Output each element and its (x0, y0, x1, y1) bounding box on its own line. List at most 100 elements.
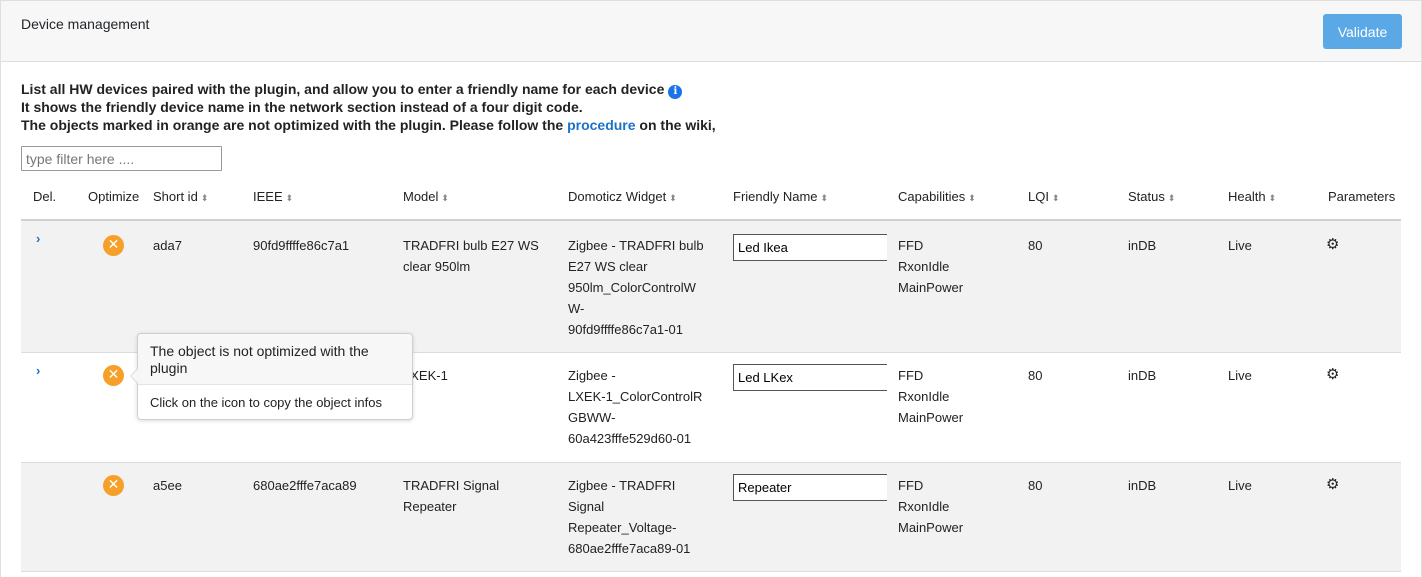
health-cell: Live (1228, 368, 1252, 383)
short-id-cell: ada7 (153, 238, 182, 253)
gear-icon[interactable]: ⚙ (1326, 365, 1339, 383)
info-icon[interactable]: i (668, 85, 683, 99)
status-cell: inDB (1128, 478, 1157, 493)
column-header-friendly-name[interactable]: Friendly Name ⬍ (733, 189, 828, 204)
lqi-cell: 80 (1028, 368, 1043, 383)
capabilities-cell: FFD RxonIdle MainPower (898, 365, 963, 428)
column-label-short-id: Short id (153, 189, 198, 204)
widget-cell: Zigbee - LXEK-1_ColorControlR GBWW- 60a4… (568, 365, 702, 449)
filter-input[interactable] (21, 146, 222, 171)
widget-line: 60a423fffe529d60-01 (568, 431, 692, 446)
column-header-optimize: Optimize (88, 189, 139, 204)
column-header-status[interactable]: Status ⬍ (1128, 189, 1175, 204)
widget-cell: Zigbee - TRADFRI bulb E27 WS clear 950lm… (568, 235, 704, 340)
expand-chevron-icon[interactable]: › (36, 231, 40, 246)
status-cell: inDB (1128, 368, 1157, 383)
model-cell: TRADFRI Signal Repeater (403, 475, 499, 517)
lqi-cell: 80 (1028, 238, 1043, 253)
health-cell: Live (1228, 238, 1252, 253)
capability: MainPower (898, 410, 964, 425)
sort-icon: ⬍ (441, 193, 449, 203)
column-label-friendly-name: Friendly Name (733, 189, 818, 204)
column-header-ieee[interactable]: IEEE ⬍ (253, 189, 293, 204)
capability: MainPower (898, 280, 964, 295)
column-header-health[interactable]: Health ⬍ (1228, 189, 1276, 204)
widget-line: Repeater_Voltage- (568, 520, 677, 535)
sort-icon: ⬍ (285, 193, 294, 203)
not-optimized-icon[interactable]: ✕ (103, 475, 124, 496)
intro-line-3-before: The objects marked in orange are not opt… (21, 116, 568, 133)
column-label-lqi: LQI (1028, 189, 1049, 204)
widget-line: 90fd9ffffe86c7a1-01 (568, 322, 683, 337)
intro-line-1-text: List all HW devices paired with the plug… (21, 81, 665, 97)
card-header: Device management Validate (1, 1, 1421, 62)
capabilities-cell: FFD RxonIdle MainPower (898, 235, 963, 298)
capabilities-cell: FFD RxonIdle MainPower (898, 475, 963, 538)
status-cell: inDB (1128, 238, 1157, 253)
widget-cell: Zigbee - TRADFRI Signal Repeater_Voltage… (568, 475, 690, 559)
expand-chevron-icon[interactable]: › (36, 363, 40, 378)
sort-icon: ⬍ (820, 193, 829, 203)
intro-line-3: The objects marked in orange are not opt… (21, 117, 716, 135)
column-label-capabilities: Capabilities (898, 189, 966, 204)
page-title: Device management (21, 16, 150, 32)
sort-icon: ⬍ (200, 193, 209, 203)
column-header-short-id[interactable]: Short id ⬍ (153, 189, 208, 204)
friendly-name-input[interactable] (733, 234, 887, 261)
sort-icon: ⬍ (669, 193, 677, 203)
column-header-capabilities[interactable]: Capabilities ⬍ (898, 189, 976, 204)
widget-line: Zigbee - TRADFRI bulb (568, 238, 704, 253)
capability: RxonIdle (898, 259, 950, 274)
column-label-status: Status (1128, 189, 1165, 204)
column-label-model: Model (403, 189, 439, 204)
column-label-ieee: IEEE (253, 189, 283, 204)
intro-line-2: It shows the friendly device name in the… (21, 99, 583, 115)
column-label-widget: Domoticz Widget (568, 189, 667, 204)
widget-line: Zigbee - TRADFRI (568, 478, 676, 493)
procedure-link[interactable]: procedure (567, 117, 635, 133)
column-header-widget[interactable]: Domoticz Widget ⬍ (568, 189, 677, 204)
intro-line-3-after: on the wiki, (635, 116, 716, 133)
lqi-cell: 80 (1028, 478, 1043, 493)
intro-text: List all HW devices paired with the plug… (21, 81, 716, 134)
column-header-lqi[interactable]: LQI ⬍ (1028, 189, 1060, 204)
model-line: clear 950lm (403, 259, 471, 274)
not-optimized-icon[interactable]: ✕ (103, 365, 124, 386)
capability: FFD (898, 368, 924, 383)
friendly-name-input[interactable] (733, 474, 887, 501)
column-label-optimize: Optimize (88, 189, 140, 204)
widget-line: E27 WS clear (568, 259, 648, 274)
widget-line: Zigbee - (568, 368, 616, 383)
model-line: TRADFRI Signal (403, 478, 500, 493)
column-header-model[interactable]: Model ⬍ (403, 189, 449, 204)
widget-line: 680ae2fffe7aca89-01 (568, 541, 691, 556)
ieee-cell: 680ae2fffe7aca89 (253, 478, 357, 493)
tooltip-header: The object is not optimized with the plu… (138, 334, 412, 385)
intro-line-1: List all HW devices paired with the plug… (21, 81, 716, 99)
column-header-parameters: Parameters (1328, 189, 1395, 204)
sort-icon: ⬍ (1268, 193, 1277, 203)
column-label-del: Del. (33, 189, 57, 204)
sort-icon: ⬍ (968, 193, 976, 203)
capability: FFD (898, 478, 924, 493)
widget-line: LXEK-1_ColorControlR (568, 389, 703, 404)
widget-line: 950lm_ColorControlW (568, 280, 696, 295)
column-label-health: Health (1228, 189, 1266, 204)
column-header-del: Del. (33, 189, 56, 204)
health-cell: Live (1228, 478, 1252, 493)
gear-icon[interactable]: ⚙ (1326, 475, 1339, 493)
sort-icon: ⬍ (1051, 193, 1060, 203)
tooltip-body: Click on the icon to copy the object inf… (150, 395, 382, 410)
widget-line: Signal (568, 499, 605, 514)
model-line: Repeater (403, 499, 457, 514)
column-label-parameters: Parameters (1328, 189, 1396, 204)
gear-icon[interactable]: ⚙ (1326, 235, 1339, 253)
ieee-cell: 90fd9ffffe86c7a1 (253, 238, 350, 253)
widget-line: W- (568, 301, 585, 316)
not-optimized-icon[interactable]: ✕ (103, 235, 124, 256)
model-line: TRADFRI bulb E27 WS (403, 238, 539, 253)
validate-button[interactable]: Validate (1323, 14, 1402, 49)
friendly-name-input[interactable] (733, 364, 887, 391)
capability: RxonIdle (898, 389, 950, 404)
not-optimized-tooltip: The object is not optimized with the plu… (130, 333, 413, 420)
